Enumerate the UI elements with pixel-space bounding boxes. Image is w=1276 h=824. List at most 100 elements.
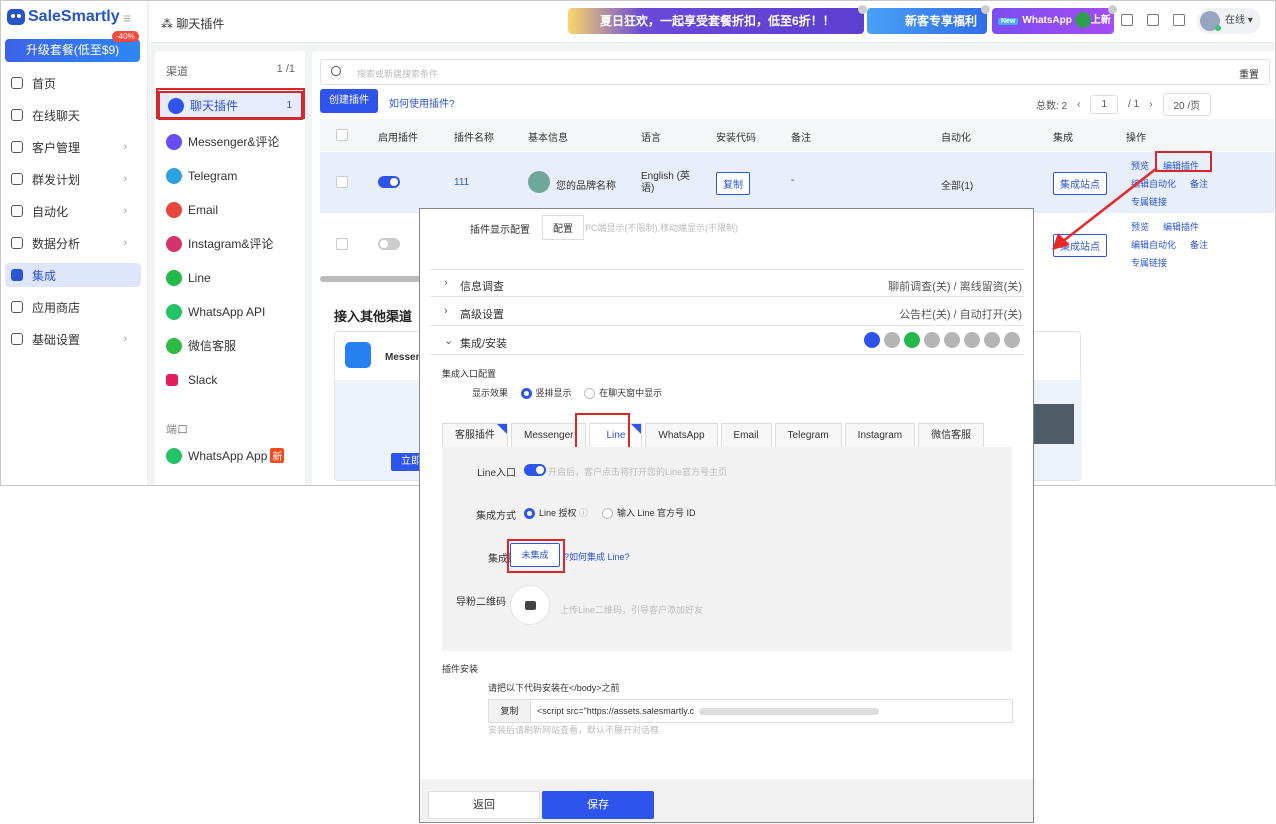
breadcrumb: ⁂ 聊天插件 — [161, 17, 225, 31]
nav-label: 群发计划 — [32, 172, 81, 187]
nav-item-analytics[interactable]: 数据分析 › — [5, 231, 141, 255]
create-plugin-button[interactable]: 创建插件 — [320, 89, 378, 113]
tab-chat-plugin[interactable]: 客服插件 — [442, 423, 508, 447]
tab-telegram[interactable]: Telegram — [774, 423, 842, 447]
nav-item-settings[interactable]: 基础设置 › — [5, 327, 141, 351]
other-channels-title: 接入其他渠道 — [334, 309, 413, 324]
install-desc: 请把以下代码安装在</body>之前 — [488, 683, 620, 693]
channel-item-instagram[interactable]: Instagram&评论 — [158, 231, 303, 256]
channel-label: Line — [188, 270, 211, 285]
row-checkbox[interactable] — [336, 238, 348, 250]
howto-link[interactable]: 如何使用插件? — [389, 95, 455, 110]
highlight-chat-plugin — [156, 88, 305, 119]
next-page-icon[interactable]: › — [1149, 99, 1152, 110]
upgrade-button[interactable]: 升级套餐(低至$9) — [5, 39, 140, 62]
chevron-right-icon: › — [123, 237, 127, 249]
howto-line-link[interactable]: ?如何集成 Line? — [564, 550, 630, 563]
row-checkbox[interactable] — [336, 176, 348, 188]
plugin-name[interactable]: 111 — [454, 177, 469, 188]
tab-email[interactable]: Email — [720, 423, 772, 447]
section-summary: 公告栏(关) / 自动打开(关) — [899, 309, 1022, 321]
line-entry-toggle[interactable] — [524, 464, 546, 476]
whatsapp-icon — [924, 332, 940, 348]
radio-line-id[interactable]: 输入 Line 官方号 ID — [602, 506, 696, 520]
camera-icon[interactable] — [510, 585, 550, 625]
nav-item-appstore[interactable]: 应用商店 — [5, 295, 141, 319]
nav-item-home[interactable]: 首页 — [5, 71, 141, 95]
channel-label: WhatsApp API — [188, 304, 266, 319]
nav-item-integration[interactable]: 集成 — [5, 263, 141, 287]
enable-toggle[interactable] — [378, 238, 400, 250]
channel-item-whatsapp-api[interactable]: WhatsApp API — [158, 299, 303, 324]
chat-plugin-icon — [864, 332, 880, 348]
channel-item-wechat[interactable]: 微信客服 — [158, 333, 303, 358]
radio-icon — [520, 388, 532, 400]
search-input[interactable]: 搜索或新建搜索条件 — [357, 67, 438, 80]
close-icon[interactable] — [1108, 5, 1117, 14]
page-input[interactable]: 1 — [1090, 95, 1119, 114]
nav-label: 集成 — [32, 268, 57, 283]
back-button[interactable]: 返回 — [428, 791, 540, 819]
radio-line-auth[interactable]: Line 授权 ⓘ — [524, 506, 588, 520]
nav-item-broadcast[interactable]: 群发计划 › — [5, 167, 141, 191]
language-icon[interactable] — [1173, 14, 1185, 26]
horizontal-scrollbar[interactable] — [320, 276, 430, 282]
note-link[interactable]: 备注 — [1190, 177, 1208, 190]
close-icon[interactable] — [858, 5, 867, 14]
enabled-corner-icon — [631, 424, 642, 434]
reset-button[interactable]: 重置 — [1239, 66, 1259, 81]
display-config-row: 插件显示配置 配置 PC端显示(不限制),移动端显示(不限制) — [430, 215, 1025, 259]
copy-code-button[interactable]: 复制 — [716, 172, 750, 195]
channel-item-line[interactable]: Line — [158, 265, 303, 290]
new-customer-banner[interactable]: 新客专享福利 — [867, 5, 990, 34]
whatsapp-new-banner[interactable]: New WhatsApp 上新 — [992, 5, 1117, 34]
user-status-menu[interactable]: 在线 ▾ — [1197, 8, 1261, 34]
chart-icon — [11, 237, 23, 249]
chevron-right-icon: › — [123, 205, 127, 217]
save-button[interactable]: 保存 — [542, 791, 654, 819]
slack-icon — [166, 373, 178, 386]
channel-item-messenger[interactable]: Messenger&评论 — [158, 129, 303, 154]
section-advanced[interactable]: › 高级设置 公告栏(关) / 自动打开(关) — [430, 298, 1024, 326]
note-link[interactable]: 备注 — [1190, 238, 1208, 251]
grid-icon — [11, 301, 23, 313]
page-total: / 1 — [1128, 99, 1140, 110]
radio-label: 在聊天窗中显示 — [599, 388, 663, 398]
tab-whatsapp[interactable]: WhatsApp — [645, 423, 718, 447]
enable-toggle[interactable] — [378, 176, 400, 188]
main-nav: 首页 在线聊天 客户管理 › 群发计划 › 自动化 › 数据分析 › 集成 应用商店 基… — [5, 71, 141, 359]
nav-item-chat[interactable]: 在线聊天 — [5, 103, 141, 127]
display-effect-row: 显示效果 竖排显示 在聊天窗中显示 — [472, 386, 1033, 400]
radio-label: 竖排显示 — [535, 388, 572, 398]
menu-icon[interactable]: ≡ — [123, 10, 131, 26]
install-code[interactable]: <script src="https://assets.salesmartly.… — [537, 700, 694, 722]
prev-page-icon[interactable]: ‹ — [1077, 99, 1080, 110]
channel-item-whatsapp-app[interactable]: WhatsApp App 新 — [158, 443, 303, 468]
channel-item-email[interactable]: Email — [158, 197, 303, 222]
section-integration[interactable]: ⌄ 集成/安装 — [430, 327, 1024, 355]
channel-label: Slack — [188, 372, 218, 387]
chat-icon — [11, 109, 23, 121]
copy-button[interactable]: 复制 — [489, 700, 531, 722]
search-bar[interactable]: 搜索或新建搜索条件 重置 — [320, 59, 1270, 85]
help-icon[interactable] — [1147, 14, 1159, 26]
radio-in-chat[interactable]: 在聊天窗中显示 — [584, 388, 663, 400]
radio-vertical[interactable]: 竖排显示 — [520, 388, 572, 400]
device-icon[interactable] — [1121, 14, 1133, 26]
nav-item-automation[interactable]: 自动化 › — [5, 199, 141, 223]
select-all-checkbox[interactable] — [336, 129, 348, 141]
summer-promo-banner[interactable]: 夏日狂欢，一起享受套餐折扣，低至6折！！ — [568, 5, 867, 34]
close-icon[interactable] — [981, 5, 990, 14]
nav-label: 客户管理 — [32, 140, 81, 155]
section-survey[interactable]: › 信息调查 聊前调查(关) / 离线留资(关) — [430, 269, 1024, 297]
config-button[interactable]: 配置 — [542, 215, 584, 240]
channel-item-telegram[interactable]: Telegram — [158, 163, 303, 188]
tab-wechat[interactable]: 微信客服 — [918, 423, 985, 447]
channel-item-slack[interactable]: Slack — [158, 367, 303, 392]
page-size-select[interactable]: 20 /页 — [1162, 93, 1212, 116]
code-redaction — [699, 708, 879, 715]
tab-instagram[interactable]: Instagram — [844, 423, 916, 447]
channel-list: 聊天插件 1 Messenger&评论 Telegram Email Instag… — [155, 91, 305, 392]
tab-label: Instagram — [857, 430, 903, 441]
nav-item-customers[interactable]: 客户管理 › — [5, 135, 141, 159]
